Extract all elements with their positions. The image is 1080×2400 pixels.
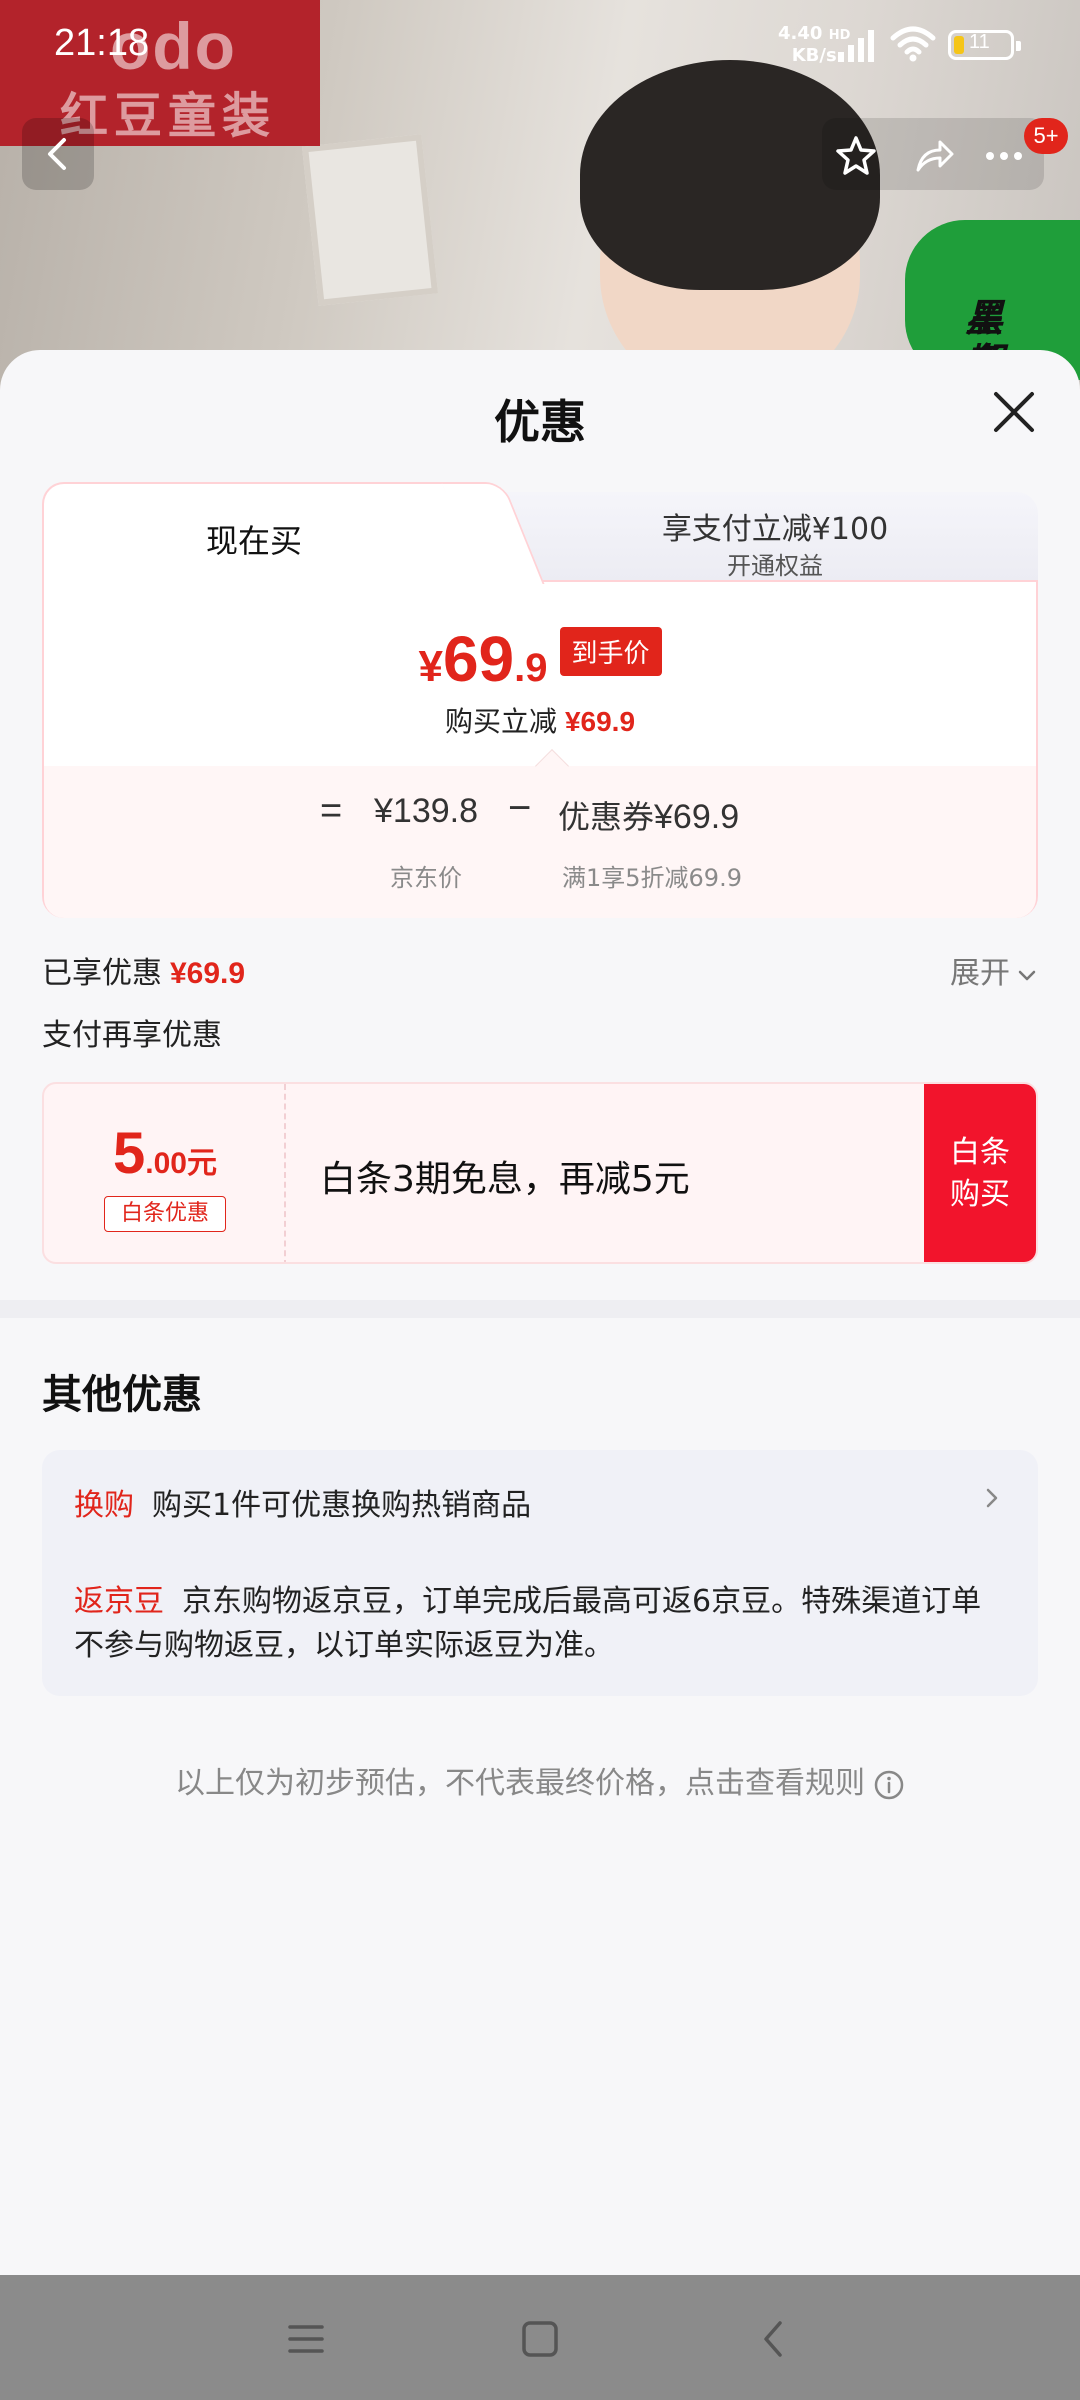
final-price-row: ¥69.9 到手价 (44, 622, 1036, 696)
tab-buy-now-label: 现在买 (205, 522, 302, 560)
price-card: 享支付立减¥100 开通权益 现在买 ¥69.9 到手价 购买立减 ¥69.9 = … (42, 482, 1038, 918)
tab-buy-now[interactable]: 现在买 (42, 482, 496, 582)
battery-level-fill (954, 36, 964, 54)
baitiao-amount-integer: 5 (113, 1121, 146, 1186)
final-price-integer: 69 (442, 623, 515, 695)
tab-vip-subtitle: 开通权益 (727, 552, 823, 580)
home-icon[interactable] (516, 2315, 564, 2363)
equals-sign: = (320, 790, 343, 832)
chevron-down-icon (1018, 970, 1036, 980)
coupon-caption: 满1享5折减69.9 (562, 864, 742, 892)
jd-price-caption: 京东价 (390, 864, 462, 892)
battery-icon: 11 (948, 30, 1021, 60)
tab-vip-title: 享支付立减¥100 (661, 512, 889, 547)
status-time: 21:18 (54, 22, 150, 64)
back-button[interactable] (22, 118, 94, 190)
baitiao-amount-section: 5.00元 白条优惠 (44, 1084, 286, 1262)
enjoyed-discount-row: 已享优惠 ¥69.9 展开 (42, 948, 1038, 991)
network-speed-value: 4.40 (778, 23, 823, 44)
more-icon[interactable] (982, 134, 1026, 178)
info-icon (874, 1770, 904, 1799)
jd-price: ¥139.8 (374, 792, 478, 830)
jd-bean-tag: 返京豆 (74, 1584, 164, 1619)
jd-bean-row: 返京豆 京东购物返京豆，订单完成后最高可返6京豆。特殊渠道订单不参与购物返豆，以订… (74, 1580, 1004, 1668)
sheet-title: 优惠 (494, 395, 586, 449)
instant-reduction-label: 购买立减 (444, 705, 557, 738)
final-price-symbol: ¥ (418, 642, 443, 691)
photo-frame-decoration (301, 134, 439, 306)
favorite-star-icon[interactable] (834, 134, 878, 178)
share-icon[interactable] (912, 134, 956, 178)
menu-icon[interactable] (282, 2315, 330, 2363)
coupon-amount: ¥69.9 (654, 798, 740, 836)
model-eye-right (770, 250, 796, 270)
close-icon[interactable] (990, 388, 1038, 436)
price-card-body: ¥69.9 到手价 购买立减 ¥69.9 = ¥139.8 − 优惠券¥69.9 京… (42, 580, 1038, 918)
rules-footnote-text: 以上仅为初步预估，不代表最终价格，点击查看规则 (175, 1766, 865, 1801)
baitiao-offer-card[interactable]: 5.00元 白条优惠 白条3期免息，再减5元 白条购买 (42, 1082, 1038, 1264)
instant-reduction-row: 购买立减 ¥69.9 (44, 700, 1036, 740)
chevron-left-icon (48, 138, 66, 170)
expand-button[interactable]: 展开 (950, 948, 1038, 992)
message-count-badge: 5+ (1024, 118, 1068, 154)
pay-more-discount-heading: 支付再享优惠 (42, 1018, 222, 1053)
swap-purchase-row[interactable]: 换购 购买1件可优惠换购热销商品 (74, 1480, 1004, 1524)
other-discounts-box: 换购 购买1件可优惠换购热销商品 返京豆 京东购物返京豆，订单完成后最高可返6京豆。… (42, 1450, 1038, 1696)
baitiao-description: 白条3期免息，再减5元 (320, 1159, 690, 1200)
system-navigation-bar (0, 2275, 1080, 2400)
chevron-right-icon (986, 1488, 998, 1508)
baitiao-amount: 5.00元 (44, 1120, 286, 1187)
final-price-tag: 到手价 (559, 626, 662, 676)
signal-icon (838, 30, 874, 62)
section-divider (0, 1300, 1080, 1318)
price-breakdown: = ¥139.8 − 优惠券¥69.9 京东价 满1享5折减69.9 (44, 766, 1036, 918)
tab-vip-payment[interactable]: 享支付立减¥100 开通权益 (472, 492, 1038, 582)
baitiao-buy-button[interactable]: 白条 购买 (924, 1084, 1036, 1262)
wifi-icon (890, 26, 936, 62)
final-price: ¥69.9 (418, 622, 547, 696)
baitiao-tag: 白条优惠 (104, 1196, 226, 1232)
discount-sheet: 优惠 享支付立减¥100 开通权益 现在买 ¥69.9 到手价 购买立减 ¥69.9… (0, 350, 1080, 2275)
top-actions-bar (822, 118, 1044, 190)
coupon-label: 优惠券 (558, 798, 655, 836)
final-price-decimal: .9 (514, 646, 548, 690)
swap-purchase-text: 购买1件可优惠换购热销商品 (152, 1488, 532, 1523)
expand-label: 展开 (950, 956, 1010, 991)
model-eye-left (650, 250, 676, 270)
back-nav-icon[interactable] (750, 2315, 798, 2363)
baitiao-amount-decimal: .00元 (145, 1147, 217, 1180)
status-bar: 21:18 4.40 HD KB/s 11 (0, 0, 1080, 90)
minus-sign: − (508, 786, 532, 830)
swap-purchase-tag: 换购 (74, 1488, 134, 1523)
jd-bean-text: 京东购物返京豆，订单完成后最高可返6京豆。特殊渠道订单不参与购物返豆，以订单实际… (74, 1584, 982, 1663)
enjoyed-discount-amount: ¥69.9 (170, 957, 246, 990)
enjoyed-discount-label: 已享优惠 (42, 956, 162, 991)
baitiao-buy-line1: 白条 (950, 1135, 1010, 1170)
other-discounts-title: 其他优惠 (42, 1372, 202, 1418)
coupon-deduction: 优惠券¥69.9 (558, 792, 739, 838)
instant-reduction-amount: ¥69.9 (564, 706, 636, 737)
battery-level: 11 (969, 31, 990, 53)
rules-footnote[interactable]: 以上仅为初步预估，不代表最终价格，点击查看规则 (0, 1758, 1080, 1802)
baitiao-buy-line2: 购买 (950, 1177, 1010, 1212)
